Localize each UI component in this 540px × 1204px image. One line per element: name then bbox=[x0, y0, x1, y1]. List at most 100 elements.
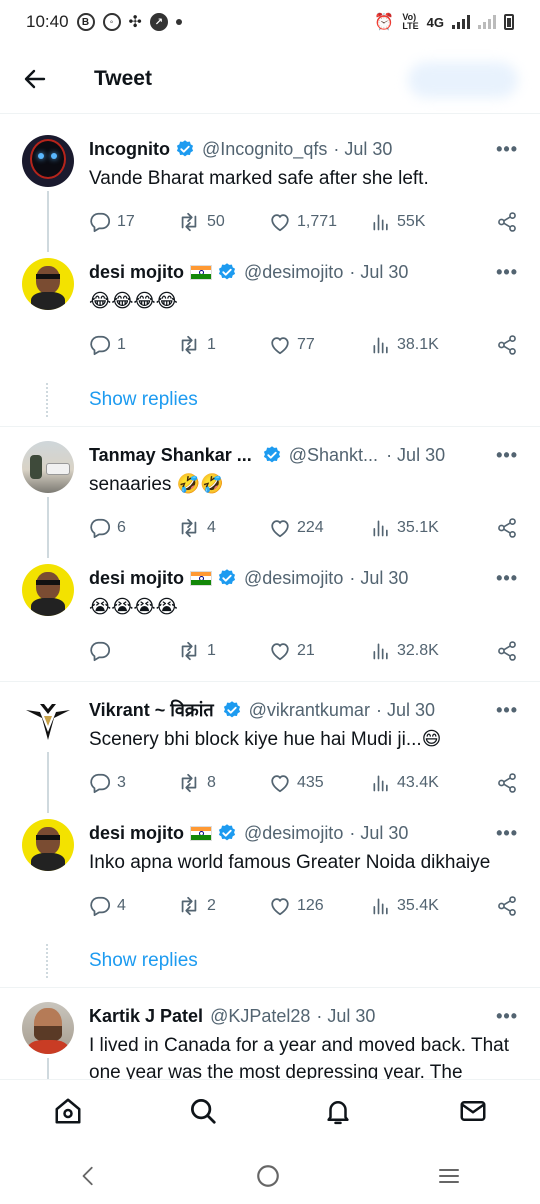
nav-notifications[interactable] bbox=[323, 1096, 353, 1131]
avatar[interactable] bbox=[22, 258, 74, 310]
views-count: 32.8K bbox=[397, 642, 439, 659]
more-options-button[interactable]: ••• bbox=[496, 700, 518, 721]
share-button[interactable] bbox=[496, 772, 518, 794]
views-button[interactable]: 32.8K bbox=[371, 641, 477, 661]
reply-button[interactable] bbox=[89, 640, 177, 662]
share-button[interactable] bbox=[496, 211, 518, 233]
reply-button[interactable]: 6 bbox=[89, 517, 177, 539]
like-button[interactable]: 77 bbox=[269, 334, 371, 356]
tweet-tanmay-shankar[interactable]: Tanmay Shankar ... @Shankt... · Jul 30 •… bbox=[0, 427, 540, 558]
author-handle[interactable]: @vikrantkumar bbox=[249, 700, 370, 721]
share-button[interactable] bbox=[496, 517, 518, 539]
like-count: 77 bbox=[297, 336, 315, 353]
avatar[interactable] bbox=[22, 1002, 74, 1054]
avatar[interactable] bbox=[22, 564, 74, 616]
retweet-button[interactable]: 1 bbox=[177, 334, 269, 356]
author-handle[interactable]: @desimojito bbox=[244, 568, 343, 589]
tweet-desi-mojito-3[interactable]: desi mojito @desimojito · Jul 30 ••• Ink… bbox=[0, 813, 540, 936]
tweet-actions: 4 2 126 35.4K bbox=[89, 876, 518, 936]
tweet-gutter bbox=[22, 696, 74, 813]
author-name[interactable]: Vikrant ~ विक्रांत bbox=[89, 698, 214, 722]
share-icon bbox=[498, 335, 516, 355]
views-button[interactable]: 35.1K bbox=[371, 518, 477, 538]
author-name[interactable]: Tanmay Shankar ... bbox=[89, 445, 252, 466]
nav-home[interactable] bbox=[53, 1096, 83, 1131]
like-button[interactable]: 1,771 bbox=[269, 211, 371, 233]
network-type: 4G bbox=[426, 14, 444, 30]
reply-icon bbox=[90, 773, 110, 794]
more-options-button[interactable]: ••• bbox=[496, 823, 518, 844]
reply-button[interactable]: 3 bbox=[89, 772, 177, 794]
share-icon bbox=[498, 641, 516, 661]
author-name[interactable]: Incognito bbox=[89, 139, 170, 160]
tweet-text: Scenery bhi block kiye hue hai Mudi ji..… bbox=[89, 729, 442, 750]
avatar[interactable] bbox=[22, 696, 74, 748]
views-button[interactable]: 43.4K bbox=[371, 773, 477, 793]
verified-icon bbox=[218, 824, 236, 841]
like-count: 435 bbox=[297, 774, 324, 791]
views-icon bbox=[373, 775, 388, 792]
sys-recents-icon[interactable] bbox=[436, 1164, 462, 1188]
signal-2-icon bbox=[478, 15, 496, 29]
reply-button[interactable]: 4 bbox=[89, 895, 177, 917]
more-options-button[interactable]: ••• bbox=[496, 445, 518, 466]
author-handle[interactable]: @Incognito_qfs bbox=[202, 139, 327, 160]
share-button[interactable] bbox=[496, 334, 518, 356]
retweet-button[interactable]: 8 bbox=[177, 772, 269, 794]
show-replies-link[interactable]: Show replies bbox=[0, 936, 540, 986]
tweet-desi-mojito-2[interactable]: desi mojito @desimojito · Jul 30 ••• 😭😭😭… bbox=[0, 558, 540, 681]
share-button[interactable] bbox=[496, 895, 518, 917]
author-handle[interactable]: @desimojito bbox=[244, 823, 343, 844]
avatar[interactable] bbox=[22, 441, 74, 493]
retweet-button[interactable]: 4 bbox=[177, 517, 269, 539]
author-name[interactable]: desi mojito bbox=[89, 568, 184, 589]
like-button[interactable]: 21 bbox=[269, 640, 371, 662]
show-replies-link[interactable]: Show replies bbox=[0, 375, 540, 425]
share-button[interactable] bbox=[496, 640, 518, 662]
tweet-kartik-patel[interactable]: Kartik J Patel @KJPatel28 · Jul 30 ••• I… bbox=[0, 988, 540, 1079]
author-handle[interactable]: @KJPatel28 bbox=[210, 1006, 310, 1027]
tweet-body: Tanmay Shankar ... @Shankt... · Jul 30 •… bbox=[74, 441, 518, 558]
avatar[interactable] bbox=[22, 819, 74, 871]
tweet-body: Vikrant ~ विक्रांत @vikrantkumar · Jul 3… bbox=[74, 696, 518, 813]
india-flag-icon bbox=[190, 264, 213, 280]
author-handle[interactable]: @Shankt... bbox=[289, 445, 378, 466]
nav-messages[interactable] bbox=[458, 1096, 488, 1131]
tweet-desi-mojito-1[interactable]: desi mojito @desimojito · Jul 30 ••• 😂😂😂… bbox=[0, 252, 540, 375]
views-button[interactable]: 55K bbox=[371, 212, 477, 232]
like-button[interactable]: 126 bbox=[269, 895, 371, 917]
avatar[interactable] bbox=[22, 135, 74, 187]
reply-button[interactable]: 17 bbox=[89, 211, 177, 233]
tweet-header: Kartik J Patel @KJPatel28 · Jul 30 ••• bbox=[89, 1002, 518, 1030]
more-options-button[interactable]: ••• bbox=[496, 139, 518, 160]
reply-button[interactable]: 1 bbox=[89, 334, 177, 356]
tweet-gutter bbox=[22, 441, 74, 558]
author-name[interactable]: desi mojito bbox=[89, 823, 184, 844]
share-icon bbox=[498, 773, 516, 793]
retweet-button[interactable]: 1 bbox=[177, 640, 269, 662]
like-button[interactable]: 435 bbox=[269, 772, 371, 794]
sys-back-icon[interactable] bbox=[78, 1164, 100, 1188]
tweet-body: desi mojito @desimojito · Jul 30 ••• 😂😂😂… bbox=[74, 258, 518, 375]
tweet-vikrant[interactable]: Vikrant ~ विक्रांत @vikrantkumar · Jul 3… bbox=[0, 682, 540, 813]
author-handle[interactable]: @desimojito bbox=[244, 262, 343, 283]
sys-home-icon[interactable] bbox=[255, 1163, 281, 1189]
back-button[interactable] bbox=[0, 44, 70, 114]
author-name[interactable]: desi mojito bbox=[89, 262, 184, 283]
nav-search[interactable] bbox=[188, 1096, 218, 1131]
retweet-count: 4 bbox=[207, 519, 216, 536]
views-button[interactable]: 35.4K bbox=[371, 896, 477, 916]
thread-line bbox=[47, 752, 49, 813]
retweet-button[interactable]: 2 bbox=[177, 895, 269, 917]
reply-icon bbox=[90, 896, 110, 917]
like-button[interactable]: 224 bbox=[269, 517, 371, 539]
tweet-incognito[interactable]: Incognito @Incognito_qfs · Jul 30 ••• Va… bbox=[0, 121, 540, 252]
more-options-button[interactable]: ••• bbox=[496, 1006, 518, 1027]
author-name[interactable]: Kartik J Patel bbox=[89, 1006, 203, 1027]
like-icon bbox=[271, 520, 289, 538]
more-options-button[interactable]: ••• bbox=[496, 568, 518, 589]
retweet-button[interactable]: 50 bbox=[177, 211, 269, 233]
more-options-button[interactable]: ••• bbox=[496, 262, 518, 283]
reply-feed[interactable]: Incognito @Incognito_qfs · Jul 30 ••• Va… bbox=[0, 121, 540, 1079]
views-button[interactable]: 38.1K bbox=[371, 335, 477, 355]
